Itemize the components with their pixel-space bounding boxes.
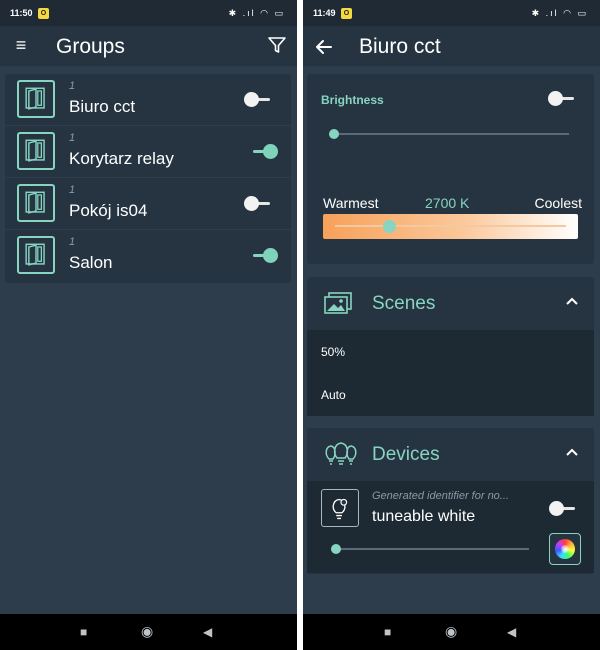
slider-thumb[interactable] [331, 544, 341, 554]
scene-item[interactable]: 50% [321, 345, 345, 359]
scene-item[interactable]: Auto [321, 388, 346, 402]
system-status-icons: ✱ .ıl ◠ ▭ [531, 8, 588, 18]
toggle-knob [244, 92, 259, 107]
home-circle-icon[interactable]: ◉ [141, 623, 153, 640]
status-bar: 11:50 O ✱ .ıl ◠ ▭ [0, 0, 297, 26]
recents-square-icon[interactable]: ■ [384, 625, 391, 639]
groups-screen: 11:50 O ✱ .ıl ◠ ▭ ≡ Groups 1 Biuro cct 1… [0, 0, 297, 650]
slider-thumb[interactable] [329, 129, 339, 139]
scenes-list: 50% Auto [307, 330, 594, 416]
groups-list: 1 Biuro cct 1 Korytarz relay 1 Pokój is0… [5, 74, 291, 283]
brightness-toggle[interactable] [548, 91, 578, 107]
scenes-title: Scenes [372, 293, 436, 314]
arrow-back-icon[interactable] [313, 36, 335, 58]
group-door-icon [17, 132, 55, 170]
app-toolbar: ≡ Groups [0, 26, 297, 66]
toggle-knob [548, 91, 563, 106]
system-nav-bar: ■ ◉ ◀ [0, 614, 297, 650]
system-status-icons: ✱ .ıl ◠ ▭ [228, 8, 285, 18]
color-temp-slider[interactable] [323, 214, 578, 239]
notification-icon: O [341, 8, 352, 19]
bulbs-icon [325, 442, 357, 465]
toggle-knob [549, 501, 564, 516]
group-toggle[interactable] [244, 196, 274, 212]
home-circle-icon[interactable]: ◉ [445, 623, 457, 640]
devices-card: Devices Generated identifier for no... t… [307, 428, 594, 574]
system-nav-bar: ■ ◉ ◀ [303, 614, 600, 650]
group-toggle[interactable] [244, 92, 274, 108]
group-detail-screen: 11:49 O ✱ .ıl ◠ ▭ Biuro cct Brightness W… [303, 0, 600, 650]
device-brightness-slider[interactable] [331, 543, 529, 555]
chevron-up-icon[interactable] [564, 293, 580, 309]
slider-track [335, 225, 566, 227]
toggle-knob [263, 248, 278, 263]
color-temp-value: 2700 K [425, 195, 470, 211]
device-toggle[interactable] [549, 501, 579, 517]
group-row-pokoj-is04[interactable]: 1 Pokój is04 [5, 178, 291, 230]
warmest-label: Warmest [323, 195, 379, 211]
status-time: 11:50 [10, 8, 33, 18]
devices-header[interactable]: Devices [307, 428, 594, 480]
group-name: Salon [69, 253, 113, 272]
group-device-count: 1 [69, 132, 76, 144]
group-name: Korytarz relay [69, 149, 174, 168]
coolest-label: Coolest [534, 195, 582, 211]
group-device-count: 1 [69, 80, 76, 92]
device-row: Generated identifier for no... tuneable … [307, 481, 594, 573]
color-picker-button[interactable] [549, 533, 581, 565]
group-door-icon [17, 80, 55, 118]
group-name: Pokój is04 [69, 201, 148, 220]
chevron-up-icon[interactable] [564, 444, 580, 460]
slider-thumb[interactable] [383, 220, 396, 233]
notification-icon: O [38, 8, 49, 19]
brightness-slider[interactable] [329, 128, 569, 140]
slider-track [331, 548, 529, 550]
status-time: 11:49 [313, 8, 336, 18]
recents-square-icon[interactable]: ■ [80, 625, 87, 639]
app-toolbar: Biuro cct [303, 26, 600, 66]
filter-icon[interactable] [267, 35, 287, 55]
back-triangle-icon[interactable]: ◀ [203, 625, 212, 639]
status-bar: 11:49 O ✱ .ıl ◠ ▭ [303, 0, 600, 26]
bulb-settings-icon [321, 489, 359, 527]
color-wheel-icon [555, 539, 575, 559]
hamburger-menu-icon[interactable]: ≡ [10, 34, 32, 56]
group-toggle[interactable] [249, 144, 279, 160]
devices-title: Devices [372, 444, 440, 465]
group-toggle[interactable] [249, 248, 279, 264]
brightness-label: Brightness [321, 93, 384, 107]
group-device-count: 1 [69, 184, 76, 196]
light-controls-card: Brightness Warmest 2700 K Coolest [307, 74, 594, 264]
toggle-knob [263, 144, 278, 159]
scenes-icon [324, 292, 352, 314]
page-title: Groups [56, 35, 125, 58]
scenes-card: Scenes 50% Auto [307, 277, 594, 416]
group-row-biuro-cct[interactable]: 1 Biuro cct [5, 74, 291, 126]
group-device-count: 1 [69, 236, 76, 248]
group-name: Biuro cct [69, 97, 136, 116]
group-row-korytarz-relay[interactable]: 1 Korytarz relay [5, 126, 291, 178]
color-temp-labels: Warmest 2700 K Coolest [323, 195, 582, 211]
page-title: Biuro cct [359, 35, 441, 58]
group-door-icon [17, 184, 55, 222]
slider-track [329, 133, 569, 135]
back-triangle-icon[interactable]: ◀ [507, 625, 516, 639]
group-door-icon [17, 236, 55, 274]
device-name: tuneable white [372, 508, 476, 525]
group-row-salon[interactable]: 1 Salon [5, 230, 291, 282]
device-identifier: Generated identifier for no... [372, 490, 509, 502]
toggle-knob [244, 196, 259, 211]
scenes-header[interactable]: Scenes [307, 277, 594, 329]
